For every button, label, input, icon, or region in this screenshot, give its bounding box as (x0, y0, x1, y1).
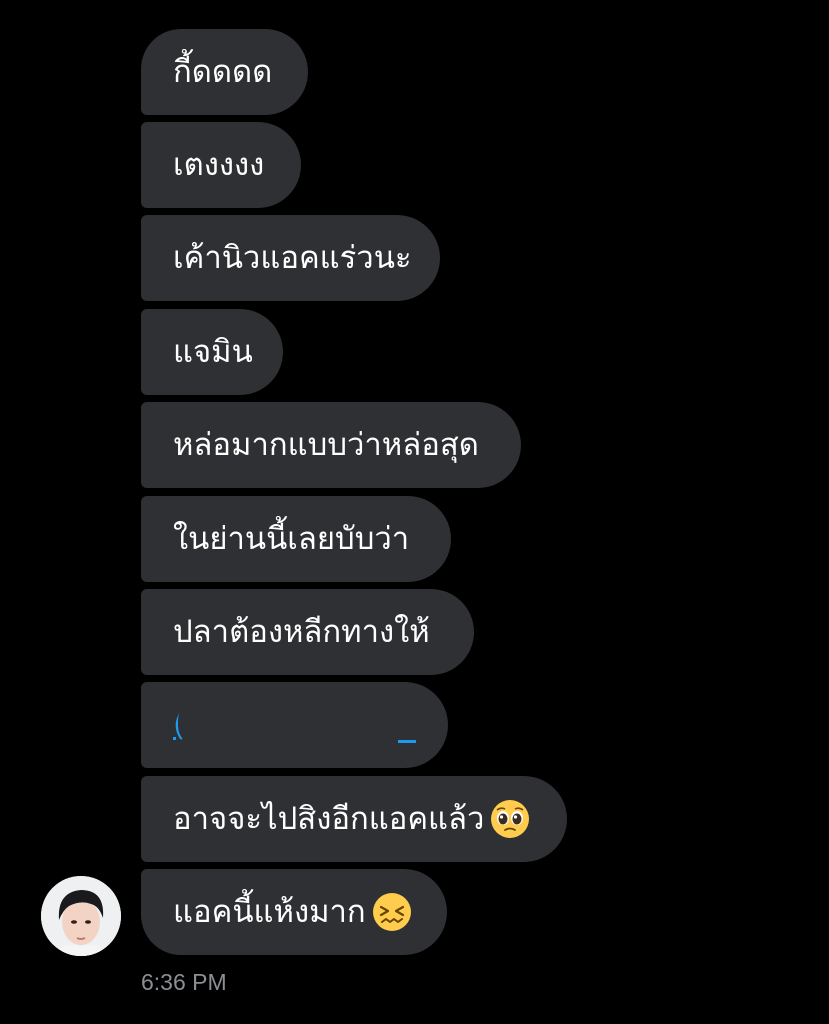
link-underline-fragment (398, 740, 416, 743)
message-bubble[interactable]: อาจจะไปสิงอีกแอคแล้ว (141, 776, 567, 862)
message-timestamp: 6:36 PM (141, 969, 227, 995)
message-bubble[interactable]: กี้ดดดด (141, 29, 308, 115)
message-text: หล่อมากแบบว่าหล่อสุด (173, 426, 479, 463)
pleading-face-emoji (491, 800, 530, 838)
profile-photo-avatar (41, 876, 121, 956)
message-text: เค้านิวแอคแร่วนะ (173, 239, 412, 276)
avatar[interactable] (41, 876, 121, 956)
message-text: เตงงงง (173, 146, 265, 183)
message-text: ในย่านนี้เลยบับว่า (173, 520, 410, 557)
message-bubble[interactable]: ปลาต้องหลีกทางให้ (141, 589, 474, 675)
redaction-overlay (178, 700, 416, 746)
message-text: อาจจะไปสิงอีกแอคแล้ว (173, 800, 485, 837)
message-text: กี้ดดดด (173, 53, 273, 90)
message-bubble[interactable]: หล่อมากแบบว่าหล่อสุด (141, 402, 521, 488)
message-text: ปลาต้องหลีกทางให้ (173, 613, 430, 650)
confounded-face-emoji (372, 893, 411, 931)
message-text: แอคนี้แห้งมาก (173, 893, 366, 930)
message-bubble[interactable]: เค้านิวแอคแร่วนะ (141, 215, 440, 301)
message-bubble[interactable]: เตงงงง (141, 122, 301, 208)
message-text: แจมิน (173, 333, 253, 370)
message-bubble[interactable]: ในย่านนี้เลยบับว่า (141, 496, 451, 582)
message-bubble[interactable]: แจมิน (141, 309, 283, 395)
message-bubble[interactable]: แอคนี้แห้งมาก (141, 869, 447, 955)
